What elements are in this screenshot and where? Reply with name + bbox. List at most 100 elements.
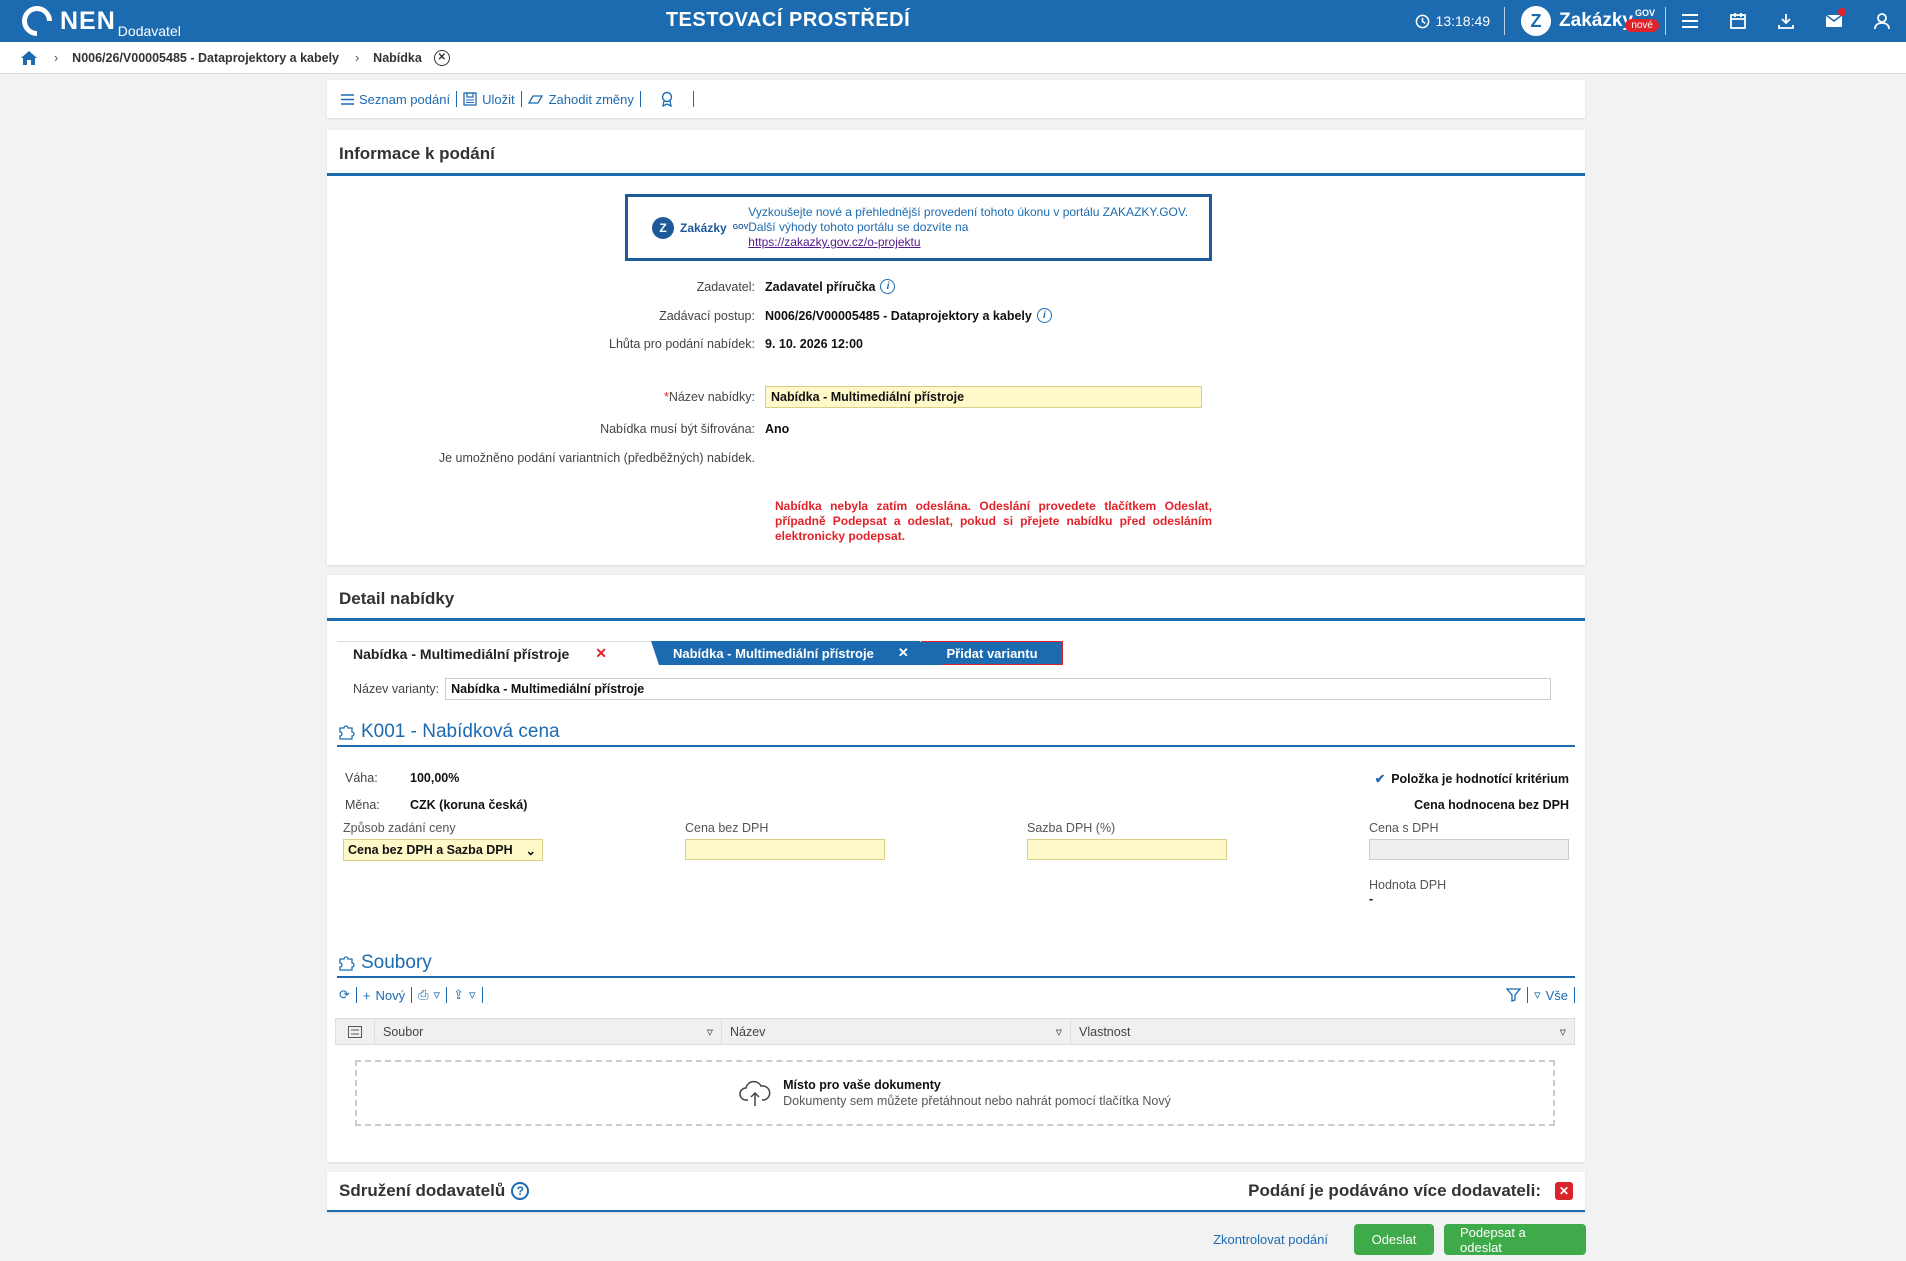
puzzle-icon: [339, 956, 355, 971]
print-icon: ⎙: [418, 987, 429, 1002]
hodnota-dph-label: Hodnota DPH: [1369, 878, 1447, 892]
column-vlastnost-label: Vlastnost: [1079, 1024, 1131, 1039]
detail-panel-title: Detail nabídky: [327, 575, 1585, 621]
sort-icon[interactable]: ▿: [1560, 1024, 1566, 1039]
download-icon[interactable]: [1762, 0, 1810, 42]
sazba-dph-field: Sazba DPH (%): [1027, 821, 1227, 860]
detail-panel: Detail nabídky Nabídka - Multimediální p…: [327, 575, 1585, 1162]
column-soubor-label: Soubor: [383, 1024, 424, 1039]
promo-text: Vyzkoušejte nové a přehlednější proveden…: [748, 205, 1189, 234]
view-all-dropdown[interactable]: ▿ Vše: [1528, 987, 1574, 1003]
k001-title-text: K001 - Nabídková cena: [361, 721, 560, 742]
column-vlastnost[interactable]: Vlastnost ▿: [1071, 1019, 1574, 1044]
filter-icon: [1506, 988, 1522, 1002]
add-variant-button[interactable]: Přidat variantu: [921, 641, 1063, 665]
sdruzeni-panel: Sdružení dodavatelů ? Podání je podáváno…: [327, 1172, 1585, 1212]
nazev-nabidky-label-text: Název nabídky:: [668, 390, 755, 404]
save-label: Uložit: [482, 91, 515, 107]
clock-icon: [1415, 14, 1429, 28]
breadcrumb: › N006/26/V00005485 - Dataprojektory a k…: [0, 42, 1906, 74]
column-soubor[interactable]: Soubor ▿: [375, 1019, 722, 1044]
help-icon[interactable]: ?: [511, 1182, 530, 1200]
sdruzeni-title-text: Sdružení dodavatelů: [339, 1181, 506, 1200]
promo-link[interactable]: https://zakazky.gov.cz/o-projektu: [748, 235, 920, 249]
lhuta-label: Lhůta pro podání nabídek:: [609, 337, 755, 351]
plus-icon: +: [362, 987, 371, 1003]
mena-label: Měna:: [345, 798, 380, 812]
notification-dot: [1838, 8, 1846, 16]
zakazky-gov: GOV: [1634, 8, 1655, 18]
send-button[interactable]: Odeslat: [1354, 1224, 1434, 1255]
list-icon: [341, 93, 354, 105]
zakazky-gov-link[interactable]: Z Zakázky GOV nové: [1505, 6, 1665, 36]
hodnota-dph-value: -: [1369, 892, 1374, 906]
sort-icon[interactable]: ▿: [707, 1024, 713, 1039]
breadcrumb-current: Nabídka: [373, 50, 422, 65]
zpusob-select[interactable]: Cena bez DPH a Sazba DPH ⌄: [343, 839, 543, 861]
zakazky-promo-banner: Z Zakázky GOV Vyzkoušejte nové a přehled…: [625, 194, 1212, 261]
files-toolbar: ⟳ + Nový ⎙ ▿ ⇪ ▿ ▿ Vše: [339, 987, 1575, 1003]
nazev-nabidky-row: *Název nabídky: Nabídka - Multimediální …: [327, 386, 1585, 408]
cena-s-dph-label: Cena s DPH: [1369, 821, 1439, 835]
kriterium-text: Položka je hodnotící kritérium: [1391, 771, 1569, 786]
zakazky-icon: Z: [1521, 6, 1552, 36]
close-icon[interactable]: ✕: [595, 645, 607, 662]
sort-icon[interactable]: ▿: [1056, 1024, 1062, 1039]
variant-name-input[interactable]: Nabídka - Multimediální přístroje: [445, 678, 1552, 700]
sifrovani-row: Nabídka musí být šifrována: Ano: [327, 422, 1585, 436]
discard-changes-button[interactable]: Zahodit změny: [522, 92, 640, 107]
zadavatel-value: Zadavatel příručka: [765, 279, 876, 294]
print-menu-button[interactable]: ⎙ ▿: [412, 987, 446, 1003]
filter-button[interactable]: [1500, 988, 1527, 1002]
file-drop-zone[interactable]: Místo pro vaše dokumenty Dokumenty sem m…: [355, 1060, 1555, 1126]
refresh-icon[interactable]: ⟳: [339, 987, 356, 1003]
hodnocena-note: Cena hodnocena bez DPH: [1414, 798, 1569, 812]
export-icon: ⇪: [453, 987, 464, 1002]
close-icon[interactable]: ✕: [898, 645, 909, 661]
caret-down-icon: ▿: [1534, 987, 1541, 1002]
save-button[interactable]: Uložit: [457, 92, 521, 107]
tab-variant-1[interactable]: Nabídka - Multimediální přístroje ✕: [337, 641, 651, 665]
calendar-icon[interactable]: [1714, 0, 1762, 42]
soubory-section-title: Soubory: [337, 952, 1575, 978]
cena-bez-dph-field: Cena bez DPH: [685, 821, 885, 860]
sazba-dph-input[interactable]: [1027, 839, 1227, 860]
multiple-suppliers-checkbox[interactable]: ✕: [1555, 1182, 1573, 1200]
new-file-label: Nový: [375, 987, 406, 1003]
user-icon[interactable]: [1858, 0, 1906, 42]
check-icon: ✔: [1374, 772, 1386, 786]
column-nazev[interactable]: Název ▿: [722, 1019, 1071, 1044]
nazev-nabidky-label: *Název nabídky:: [327, 390, 765, 404]
new-file-button[interactable]: + Nový: [357, 988, 411, 1003]
soubory-title-text: Soubory: [361, 952, 432, 973]
new-badge: nové: [1625, 19, 1659, 32]
info-icon[interactable]: i: [880, 279, 896, 294]
zakazky-icon: Z: [652, 216, 674, 239]
files-grid-header: Soubor ▿ Název ▿ Vlastnost ▿: [335, 1018, 1575, 1045]
nazev-nabidky-input[interactable]: Nabídka - Multimediální přístroje: [765, 386, 1202, 408]
column-settings-button[interactable]: [336, 1019, 375, 1044]
zadavaci-postup-row: Zadávací postup: N006/26/V00005485 - Dat…: [327, 308, 1585, 323]
tab-variant-2[interactable]: Nabídka - Multimediální přístroje ✕: [651, 641, 943, 665]
seznam-podani-label: Seznam podání: [359, 91, 451, 107]
close-icon[interactable]: ✕: [433, 49, 450, 66]
sign-and-send-button[interactable]: Podepsat a odeslat: [1444, 1224, 1586, 1255]
multiple-suppliers-row: Podání je podáváno více dodavateli: ✕: [1248, 1181, 1573, 1201]
breadcrumb-procedure[interactable]: N006/26/V00005485 - Dataprojektory a kab…: [72, 51, 339, 65]
seznam-podani-button[interactable]: Seznam podání: [335, 92, 456, 107]
mail-icon[interactable]: [1810, 0, 1858, 42]
menu-icon[interactable]: [1666, 0, 1714, 42]
varianty-note: Je umožněno podání variantních (předběžn…: [438, 451, 755, 465]
export-menu-button[interactable]: ⇪ ▿: [447, 987, 481, 1003]
info-icon[interactable]: i: [1036, 308, 1052, 323]
kriterium-note: ✔ Položka je hodnotící kritérium: [1374, 771, 1569, 787]
not-sent-warning: Nabídka nebyla zatím odeslána. Odeslání …: [775, 499, 1212, 543]
tab-variant-2-label: Nabídka - Multimediální přístroje: [673, 645, 874, 661]
award-button[interactable]: [641, 91, 693, 107]
save-icon: [463, 92, 477, 106]
cena-bez-dph-input[interactable]: [685, 839, 885, 860]
sdruzeni-title: Sdružení dodavatelů ?: [339, 1181, 530, 1201]
home-icon[interactable]: [20, 50, 38, 66]
varianty-row: Je umožněno podání variantních (předběžn…: [327, 451, 1585, 465]
check-submission-button[interactable]: Zkontrolovat podání: [1213, 1232, 1328, 1247]
